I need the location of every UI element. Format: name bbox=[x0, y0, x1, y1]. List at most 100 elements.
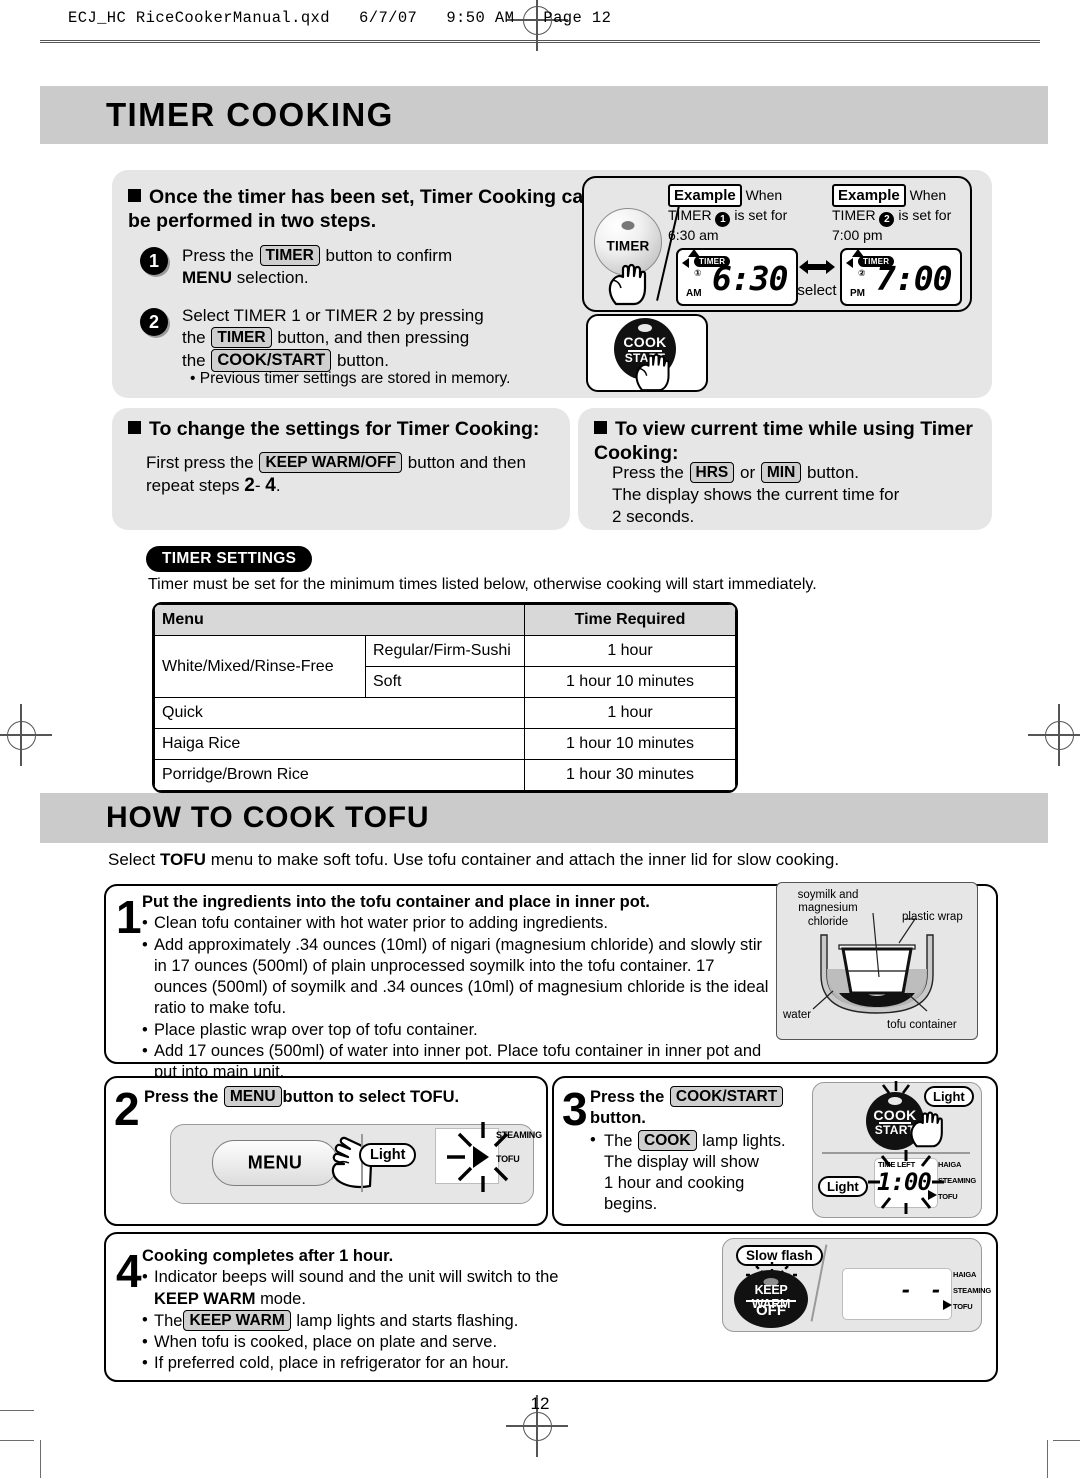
menu-button-illustration[interactable]: MENU bbox=[212, 1140, 338, 1186]
registration-mark-left bbox=[0, 704, 52, 766]
tofu-keyword: TOFU bbox=[159, 850, 206, 869]
lcd-display-timer1: TIMER ① AM 6:30 bbox=[676, 248, 798, 306]
view-time-body: Press the HRS or MIN button. The display… bbox=[612, 462, 992, 528]
step-4-b4: If preferred cold, place in refrigerator… bbox=[154, 1354, 509, 1373]
example-tag: Example bbox=[668, 184, 742, 208]
cook-start-key[interactable]: COOK/START bbox=[669, 1086, 784, 1108]
view-line2: The display shows the current time for bbox=[612, 485, 900, 505]
section-banner-how-to-cook-tofu: HOW TO COOK TOFU bbox=[40, 793, 1048, 843]
select-arrow-icon bbox=[798, 258, 836, 281]
heading-change-settings-text: To change the settings for Timer Cooking… bbox=[149, 418, 540, 440]
column-header-time: Time Required bbox=[524, 604, 736, 636]
list-item: • Indicator beeps will sound and the uni… bbox=[142, 1268, 559, 1308]
cook-label: COOK bbox=[623, 334, 667, 351]
tofu-step-3-number: 3 bbox=[562, 1083, 588, 1135]
example-2-post: is set for bbox=[898, 207, 952, 224]
lcd-label-steaming: STEAMING bbox=[496, 1130, 542, 1140]
timer-key[interactable]: TIMER bbox=[259, 245, 320, 267]
step-4-b2-pre: The bbox=[154, 1311, 183, 1330]
table-header-row: Menu Time Required bbox=[154, 604, 736, 636]
trim-line bbox=[0, 1440, 34, 1441]
lcd-pointer-icon bbox=[943, 1300, 952, 1310]
tofu-intro-pre: Select bbox=[108, 850, 156, 869]
change-step-to: 4 bbox=[265, 475, 276, 497]
menu-key[interactable]: MENU bbox=[223, 1086, 282, 1108]
step-2-line2-pre: the bbox=[182, 328, 206, 348]
table-row: Porridge/Brown Rice 1 hour 30 minutes bbox=[154, 759, 736, 791]
min-key[interactable]: MIN bbox=[760, 462, 802, 484]
step-3-bullet-line4: begins. bbox=[604, 1195, 658, 1214]
change-pre: First press the bbox=[146, 453, 254, 472]
keep-warm-off-button-illustration[interactable]: KEEP WARM OFF bbox=[734, 1270, 808, 1328]
cell-time: 1 hour bbox=[524, 635, 736, 667]
cell-menu: Porridge/Brown Rice bbox=[154, 759, 525, 791]
list-item: • The KEEP WARM lamp lights and starts fl… bbox=[142, 1309, 519, 1332]
table-row: Quick 1 hour bbox=[154, 697, 736, 729]
keep-warm-off-key[interactable]: KEEP WARM/OFF bbox=[259, 452, 403, 474]
list-item: Clean tofu container with hot water prio… bbox=[142, 913, 772, 935]
step-4-b3: When tofu is cooked, place on plate and … bbox=[154, 1333, 498, 1352]
view-pre: Press the bbox=[612, 463, 684, 482]
lcd-display-timer2: TIMER ② PM 7:00 bbox=[840, 248, 962, 306]
lcd-label-steaming: STEAMING bbox=[953, 1286, 991, 1295]
cell-time: 1 hour bbox=[524, 697, 736, 729]
tofu-step-4-body: Cooking completes after 1 hour. • Indica… bbox=[142, 1246, 712, 1375]
example-2-caption: Example When TIMER 2 is set for 7:00 pm bbox=[832, 184, 982, 245]
tofu-step-2-post: button to select TOFU. bbox=[282, 1088, 460, 1106]
callout-light-display: Light bbox=[818, 1176, 868, 1197]
cell-menu: Quick bbox=[154, 697, 525, 729]
flash-lines-icon bbox=[881, 1081, 911, 1094]
tofu-intro-text: Select TOFU menu to make soft tofu. Use … bbox=[108, 850, 988, 870]
timer-settings-table: Menu Time Required White/Mixed/Rinse-Fre… bbox=[152, 602, 738, 793]
left-arrow-icon bbox=[846, 258, 853, 268]
lcd-label-steaming: STEAMING bbox=[938, 1176, 976, 1185]
change-step-from: 2 bbox=[244, 475, 255, 497]
keep-warm-key[interactable]: KEEP WARM bbox=[183, 1309, 291, 1332]
step-2-note: • Previous timer settings are stored in … bbox=[190, 370, 511, 387]
cook-lamp-icon bbox=[638, 323, 652, 332]
callout-light-step2: Light bbox=[359, 1143, 417, 1167]
timer-key[interactable]: TIMER bbox=[211, 327, 272, 349]
list-item: • If preferred cold, place in refrigerat… bbox=[142, 1354, 509, 1373]
change-line2-pre: repeat steps bbox=[146, 476, 240, 496]
step-3-bullet-post: lamp lights. bbox=[702, 1131, 786, 1150]
tofu-step-4-number: 4 bbox=[116, 1245, 142, 1297]
lcd-ampm: AM bbox=[686, 288, 702, 299]
hrs-key[interactable]: HRS bbox=[689, 462, 735, 484]
square-bullet-icon bbox=[128, 421, 141, 434]
lcd-step4-value: - - bbox=[900, 1278, 946, 1302]
heading-two-steps: Once the timer has been set, Timer Cooki… bbox=[128, 186, 608, 234]
pointing-hand-icon bbox=[606, 262, 652, 306]
file-slug: ECJ_HC RiceCookerManual.qxd 6/7/07 9:50 … bbox=[68, 9, 612, 27]
lcd-timer-index: ② bbox=[858, 268, 866, 278]
lcd-label-tofu: TOFU bbox=[496, 1154, 520, 1164]
section-banner-timer-cooking: TIMER COOKING bbox=[40, 86, 1048, 144]
cook-key[interactable]: COOK bbox=[638, 1129, 697, 1151]
step-number-2: 2 bbox=[140, 308, 168, 336]
tofu-intro-post: menu to make soft tofu. Use tofu contain… bbox=[210, 850, 840, 869]
cell-menu: Haiga Rice bbox=[154, 728, 525, 760]
example-1-when: When bbox=[745, 187, 783, 203]
cell-sub: Soft bbox=[365, 666, 525, 698]
change-period: . bbox=[275, 476, 281, 496]
page-title-timer-cooking: TIMER COOKING bbox=[106, 96, 394, 133]
timer-1-badge: 1 bbox=[715, 212, 731, 228]
pointing-hand-icon bbox=[908, 1110, 948, 1148]
lcd-pointer-icon bbox=[928, 1190, 937, 1200]
select-label: select bbox=[797, 282, 837, 299]
lcd-label-tofu: TOFU bbox=[953, 1302, 973, 1311]
cell-menu: White/Mixed/Rinse-Free bbox=[154, 635, 366, 698]
square-bullet-icon bbox=[128, 189, 141, 202]
trim-line bbox=[40, 1440, 41, 1478]
step-1-post: button to confirm bbox=[325, 246, 453, 265]
step-3-bullet-pre: The bbox=[604, 1131, 633, 1150]
example-2-time: 7:00 pm bbox=[832, 227, 883, 244]
page-number: 12 bbox=[530, 1394, 550, 1413]
list-item: • When tofu is cooked, place on plate an… bbox=[142, 1333, 498, 1352]
step-2-line2-post: button, and then pressing bbox=[277, 328, 470, 348]
step-2-note-text: Previous timer settings are stored in me… bbox=[199, 370, 511, 387]
pointing-hand-icon bbox=[632, 352, 676, 392]
step-4-b2-post: lamp lights and starts flashing. bbox=[296, 1311, 519, 1330]
tofu-step-1-number: 1 bbox=[116, 891, 142, 943]
step-3-bullet-line3: 1 hour and cooking bbox=[604, 1174, 745, 1193]
